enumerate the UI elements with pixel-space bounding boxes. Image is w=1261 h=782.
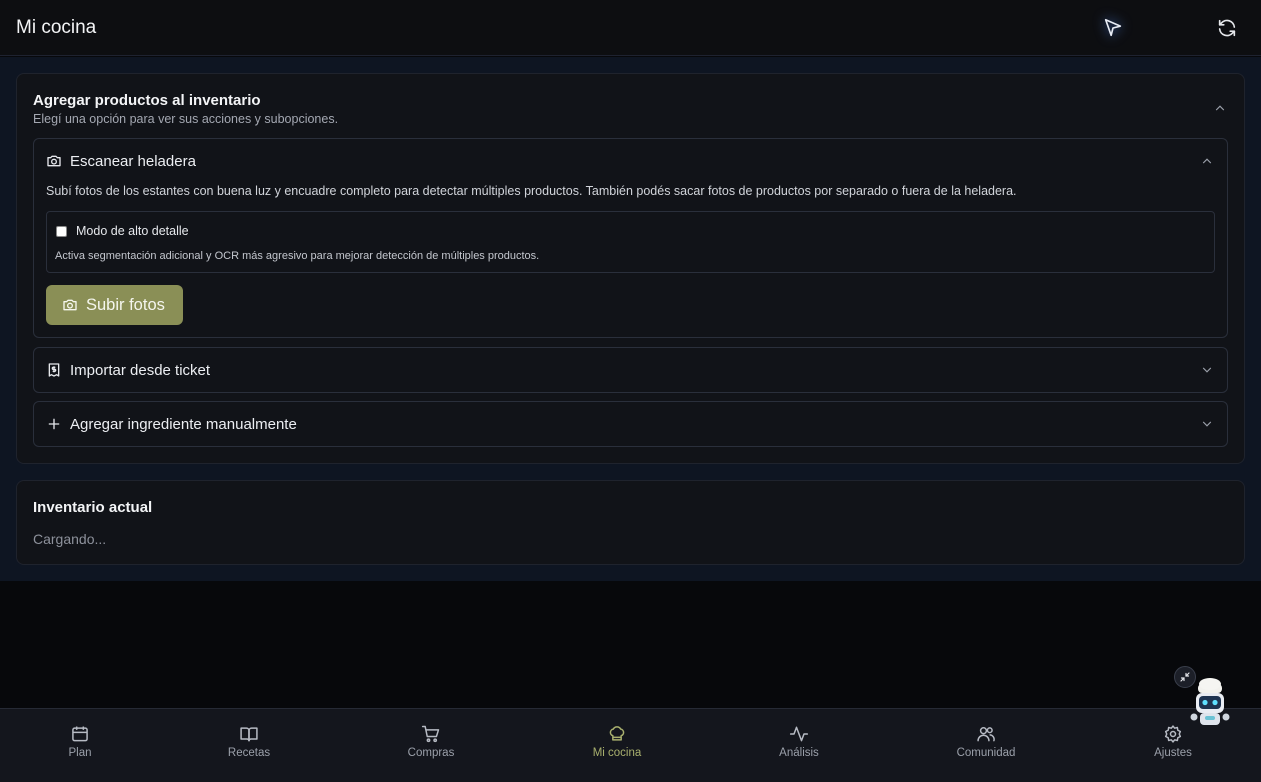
- inventory-title: Inventario actual: [33, 499, 153, 516]
- cursor-arrow-icon[interactable]: [1101, 16, 1125, 40]
- nav-ajustes-label: Ajustes: [1154, 747, 1192, 759]
- calendar-icon: [72, 726, 88, 742]
- minimize-assistant-button[interactable]: [1174, 666, 1196, 688]
- nav-plan-label: Plan: [68, 747, 92, 759]
- chevron-down-icon[interactable]: [1200, 363, 1214, 377]
- nav-compras-label: Compras: [407, 747, 455, 759]
- scan-fridge-header[interactable]: Escanear heladera: [70, 153, 196, 170]
- detail-mode-checkbox[interactable]: [56, 226, 67, 237]
- chef-hat-icon: [609, 726, 625, 741]
- chevron-up-icon[interactable]: [1200, 154, 1214, 168]
- add-products-subtitle: Elegí una opción para ver sus acciones y…: [33, 112, 339, 126]
- detail-mode-label[interactable]: Modo de alto detalle: [76, 224, 189, 238]
- nav-analisis[interactable]: Análisis: [739, 709, 859, 782]
- add-products-title: Agregar productos al inventario: [33, 92, 261, 109]
- camera-icon: [63, 299, 77, 311]
- bottom-navigation: Plan Recetas Compras Mi cocina Análisis …: [0, 708, 1261, 782]
- nav-plan[interactable]: Plan: [20, 709, 140, 782]
- book-icon: [240, 727, 258, 742]
- page-title: Mi cocina: [16, 17, 97, 38]
- nav-mi-cocina-label: Mi cocina: [592, 747, 642, 759]
- nav-analisis-label: Análisis: [779, 747, 819, 759]
- manual-ingredient-header[interactable]: Agregar ingrediente manualmente: [70, 416, 297, 433]
- scan-description: Subí fotos de los estantes con buena luz…: [46, 184, 1017, 198]
- add-products-card: Agregar productos al inventario Elegí un…: [16, 73, 1245, 464]
- detail-mode-box: Modo de alto detalle Activa segmentación…: [46, 211, 1215, 273]
- nav-recetas-label: Recetas: [227, 747, 271, 759]
- nav-recetas[interactable]: Recetas: [189, 709, 309, 782]
- manual-ingredient-section[interactable]: Agregar ingrediente manualmente: [33, 401, 1228, 447]
- users-icon: [977, 727, 995, 742]
- minimize-icon: [1180, 672, 1190, 682]
- camera-icon: [47, 155, 61, 167]
- top-bar: Mi cocina: [0, 0, 1261, 56]
- scan-fridge-section: Escanear heladera Subí fotos de los esta…: [33, 138, 1228, 338]
- cart-icon: [421, 725, 440, 743]
- nav-comunidad[interactable]: Comunidad: [926, 709, 1046, 782]
- chevron-up-icon[interactable]: [1213, 101, 1227, 115]
- upload-photos-button[interactable]: Subir fotos: [46, 285, 183, 325]
- nav-comunidad-label: Comunidad: [956, 747, 1016, 759]
- inventory-card: Inventario actual Cargando...: [16, 480, 1245, 565]
- detail-mode-help: Activa segmentación adicional y OCR más …: [55, 250, 540, 262]
- plus-icon: [48, 418, 60, 430]
- upload-photos-label: Subir fotos: [86, 295, 165, 314]
- inventory-loading-text: Cargando...: [33, 531, 107, 547]
- nav-compras[interactable]: Compras: [371, 709, 491, 782]
- import-ticket-header[interactable]: Importar desde ticket: [70, 362, 210, 379]
- chevron-down-icon[interactable]: [1200, 417, 1214, 431]
- import-ticket-section[interactable]: Importar desde ticket: [33, 347, 1228, 393]
- activity-icon: [789, 726, 809, 742]
- nav-mi-cocina[interactable]: Mi cocina: [557, 709, 677, 782]
- refresh-icon[interactable]: [1215, 16, 1239, 40]
- receipt-icon: [48, 363, 60, 377]
- main-content: Agregar productos al inventario Elegí un…: [0, 57, 1261, 581]
